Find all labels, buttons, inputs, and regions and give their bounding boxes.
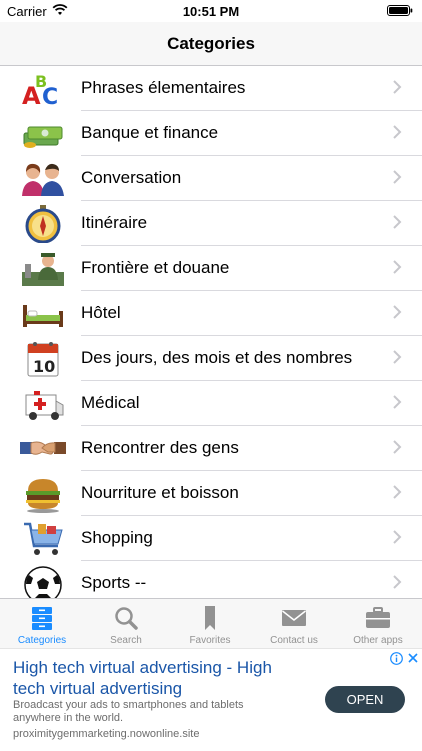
- chevron-right-icon: [393, 350, 402, 364]
- category-label: Conversation: [81, 168, 182, 187]
- info-icon[interactable]: [390, 652, 403, 665]
- status-bar: Carrier 10:51 PM: [0, 0, 422, 22]
- chevron-right-icon: [393, 530, 402, 544]
- tab-favorites[interactable]: Favorites: [168, 599, 252, 649]
- list-item[interactable]: Shopping: [0, 516, 422, 561]
- list-item[interactable]: Sports --: [0, 561, 422, 598]
- compass-icon: [25, 205, 61, 243]
- burger-icon: [26, 479, 60, 513]
- list-item[interactable]: Itinéraire: [0, 201, 422, 246]
- chevron-right-icon: [393, 395, 402, 409]
- list-item[interactable]: Rencontrer des gens: [0, 426, 422, 471]
- chevron-right-icon: [393, 440, 402, 454]
- chevron-right-icon: [393, 125, 402, 139]
- briefcase-icon: [366, 607, 390, 628]
- list-item[interactable]: Conversation: [0, 156, 422, 201]
- list-item[interactable]: 10 Des jours, des mois et des nombres: [0, 336, 422, 381]
- svg-text:10: 10: [33, 357, 55, 376]
- chevron-right-icon: [393, 80, 402, 94]
- tab-bar: Categories Search Favorites Contact us O…: [0, 598, 422, 649]
- bed-icon: [23, 305, 63, 327]
- ad-body-text: Broadcast your ads to smartphones and ta…: [13, 699, 244, 724]
- list-item[interactable]: Médical: [0, 381, 422, 426]
- navigation-bar: Categories: [0, 22, 422, 66]
- mail-icon: [282, 610, 306, 626]
- category-list[interactable]: A B C Phrases élementaires Banque et fin…: [0, 66, 422, 598]
- shopping-cart-icon: [24, 522, 63, 555]
- chevron-right-icon: [393, 260, 402, 274]
- page-title: Categories: [167, 34, 255, 53]
- chevron-right-icon: [393, 215, 402, 229]
- list-item[interactable]: A B C Phrases élementaires: [0, 66, 422, 111]
- chevron-right-icon: [393, 575, 402, 589]
- battery-icon: [387, 5, 413, 16]
- ad-headline[interactable]: High tech virtual advertising - High tec…: [13, 657, 303, 699]
- list-item[interactable]: Frontière et douane: [0, 246, 422, 291]
- category-label: Médical: [81, 393, 140, 412]
- chevron-right-icon: [393, 305, 402, 319]
- category-label: Nourriture et boisson: [81, 483, 239, 502]
- chevron-right-icon: [393, 170, 402, 184]
- category-label: Sports --: [81, 573, 147, 592]
- ad-url: proximitygemmarketing.nowonline.site: [13, 728, 200, 740]
- category-label: Banque et finance: [81, 123, 219, 142]
- tab-label: Other apps: [353, 635, 403, 646]
- search-icon: [115, 607, 138, 630]
- list-item[interactable]: Banque et finance: [0, 111, 422, 156]
- tab-categories[interactable]: Categories: [0, 599, 84, 649]
- handshake-icon: [20, 441, 66, 455]
- customs-officer-icon: [22, 253, 64, 286]
- soccer-ball-icon: [24, 566, 62, 598]
- tab-label: Categories: [17, 635, 67, 646]
- chevron-right-icon: [393, 485, 402, 499]
- svg-text:C: C: [42, 85, 58, 108]
- tab-label: Favorites: [189, 635, 231, 646]
- close-icon[interactable]: [407, 652, 419, 664]
- category-label: Hôtel: [81, 303, 121, 322]
- ad-open-button[interactable]: OPEN: [325, 686, 405, 713]
- tab-other-apps[interactable]: Other apps: [336, 599, 420, 649]
- category-label: Des jours, des mois et des nombres: [81, 348, 353, 367]
- category-label: Phrases élementaires: [81, 78, 246, 97]
- tab-contact-us[interactable]: Contact us: [252, 599, 336, 649]
- calendar-icon: 10: [27, 342, 59, 377]
- ad-banner[interactable]: High tech virtual advertising - High tec…: [0, 648, 422, 751]
- money-stack-icon: [23, 126, 63, 148]
- categories-icon: [32, 607, 52, 630]
- list-item[interactable]: Nourriture et boisson: [0, 471, 422, 516]
- tab-label: Search: [110, 635, 142, 646]
- tab-label: Contact us: [270, 635, 318, 646]
- category-label: Frontière et douane: [81, 258, 230, 277]
- category-label: Itinéraire: [81, 213, 148, 232]
- two-people-icon: [22, 163, 64, 196]
- category-label: Rencontrer des gens: [81, 438, 239, 457]
- tab-search[interactable]: Search: [84, 599, 168, 649]
- ambulance-icon: [25, 391, 64, 420]
- category-label: Shopping: [81, 528, 153, 547]
- bookmark-icon: [205, 606, 215, 630]
- abc-letters-icon: A B C: [22, 72, 58, 108]
- clock: 10:51 PM: [182, 4, 240, 19]
- list-item[interactable]: Hôtel: [0, 291, 422, 336]
